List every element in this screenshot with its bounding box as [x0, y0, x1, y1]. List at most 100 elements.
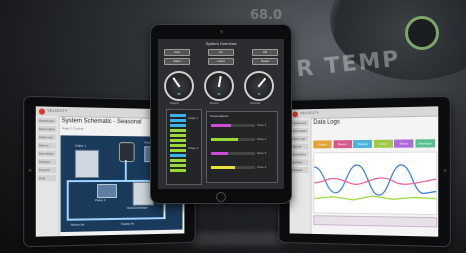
schematic-label: Supply Air [120, 221, 135, 226]
sidebar-item[interactable]: Reports [291, 167, 309, 173]
schematic-label: Chiller 1 [74, 143, 87, 148]
ladder-cell [170, 164, 186, 167]
sidebar-item[interactable]: Schematics [291, 127, 309, 134]
sidebar: Dashboard Schematics Data Logs Alarms Schedu… [289, 117, 312, 234]
data-logs-screen: VELOCITY Dashboard Schematics Data Logs Ala… [289, 106, 439, 237]
tab-return[interactable]: Return [333, 140, 352, 149]
temperature-bar-label: Zone 1 [257, 123, 267, 127]
camera [220, 30, 223, 33]
trend-line [314, 178, 436, 185]
temperature-bar-panel: Temperatures Zone 1 Zone 2 Zone 3 Zone 4 [206, 111, 278, 183]
temperature-bar-fill [211, 124, 231, 127]
schematic-label: Heat Exchanger [126, 205, 148, 210]
sidebar-item[interactable]: Dashboard [37, 117, 57, 125]
temperature-bar [211, 124, 255, 127]
gauge-needle [257, 77, 267, 88]
brand-logo[interactable] [292, 110, 299, 117]
pipe [124, 160, 127, 182]
ladder-cell [170, 139, 186, 142]
sidebar-item[interactable]: Dashboard [291, 119, 309, 127]
sidebar-item[interactable]: Schematics [37, 125, 57, 133]
camera [443, 168, 447, 173]
gauge-value: 71 [257, 92, 261, 96]
ladder-label: Stage 1 [188, 116, 199, 120]
control-button[interactable]: Auto [164, 49, 190, 56]
temperature-bar [211, 166, 255, 169]
ladder-cell [170, 129, 186, 132]
temperature-bar-fill [211, 166, 235, 169]
dashboard-title: System Overview [205, 41, 237, 46]
background-gauge-ring [405, 16, 439, 50]
brand-name: VELOCITY [300, 109, 319, 116]
sidebar-item[interactable]: Data Logs [37, 134, 57, 141]
gauge: 71 [244, 71, 274, 101]
page-title: Data Logs [313, 119, 340, 126]
sidebar: Dashboard Schematics Data Logs Alarms Schedu… [35, 115, 60, 237]
gauge: 62 [204, 71, 234, 101]
tab-zone[interactable]: Zone [373, 139, 393, 148]
dashboard-screen: System Overview Auto On Off Alarm Hand Reset … [158, 39, 284, 189]
sidebar-item[interactable]: Schedules [291, 151, 309, 158]
ladder-cell [170, 169, 186, 172]
ladder-cell [170, 144, 186, 147]
gauge-label: Supply [170, 101, 180, 105]
timeline-scrubber[interactable] [313, 215, 438, 228]
tab-discharge[interactable]: Discharge [414, 139, 435, 148]
home-button[interactable] [216, 192, 226, 202]
schematic-label: Pump 1 [95, 198, 106, 203]
tab-supply[interactable]: Supply [313, 140, 332, 149]
trend-line [314, 196, 436, 201]
gauge: 55 [164, 71, 194, 101]
gauge-value: 55 [177, 92, 181, 96]
ladder-cell [170, 124, 186, 127]
sidebar-item[interactable]: Reports [37, 166, 57, 174]
control-button[interactable]: Alarm [164, 58, 190, 65]
page-title: System Schematic - Seasonal [61, 118, 142, 126]
chiller[interactable] [74, 149, 100, 179]
control-button[interactable]: Hand [208, 58, 234, 65]
background-reading: 68.0 [250, 8, 283, 23]
brand-name: VELOCITY [47, 107, 68, 114]
sidebar-item[interactable]: Settings [291, 159, 309, 166]
page-subtitle: Stage 1 Cooling [61, 126, 84, 131]
sidebar-item[interactable]: Schedules [37, 150, 57, 157]
tablet-right: VELOCITY Dashboard Schematics Data Logs Ala… [278, 95, 451, 248]
ladder-cell [170, 114, 186, 117]
ladder-cell [170, 149, 186, 152]
schematic-label: Return Air [70, 222, 85, 227]
temperature-bar-label: Zone 3 [257, 151, 267, 155]
sidebar-item[interactable]: Alarms [291, 143, 309, 150]
pump[interactable] [97, 183, 117, 199]
trend-chart[interactable] [313, 151, 437, 216]
temperature-bar-label: Zone 2 [257, 137, 267, 141]
control-button[interactable]: Reset [252, 58, 278, 65]
temperature-bar [211, 152, 255, 155]
ladder-label: Stage 2 [188, 146, 199, 150]
sidebar-item[interactable]: Alarms [37, 142, 57, 149]
tab-outside[interactable]: Outside [353, 139, 372, 149]
trend-chart-svg [314, 153, 436, 215]
control-button[interactable]: Off [252, 49, 278, 56]
gauge-needle [217, 75, 222, 88]
brand-logo[interactable] [38, 107, 46, 115]
app-header: VELOCITY [289, 106, 439, 120]
ladder-cell [170, 119, 186, 122]
temperature-bar-fill [211, 138, 238, 141]
pipe [66, 217, 166, 221]
tab-mixed[interactable]: Mixed [394, 139, 414, 148]
gauge-needle [172, 77, 181, 88]
temperature-bar-fill [211, 152, 228, 155]
ladder-cell [170, 159, 186, 162]
gauge-label: Return [210, 101, 220, 105]
control-button[interactable]: On [208, 49, 234, 56]
stage-ladder-panel: Stage 1 Stage 2 [166, 109, 202, 185]
gauge-label: Outside [250, 101, 261, 105]
tablet-center: System Overview Auto On Off Alarm Hand Reset … [150, 24, 292, 204]
panel-title: Temperatures [210, 114, 229, 118]
gauge-value: 62 [217, 92, 221, 96]
sidebar-item[interactable]: Settings [37, 158, 57, 165]
temperature-bar [211, 138, 255, 141]
sidebar-item[interactable]: Help [37, 175, 57, 182]
temperature-bar-label: Zone 4 [257, 165, 267, 169]
sidebar-item[interactable]: Data Logs [291, 135, 309, 142]
